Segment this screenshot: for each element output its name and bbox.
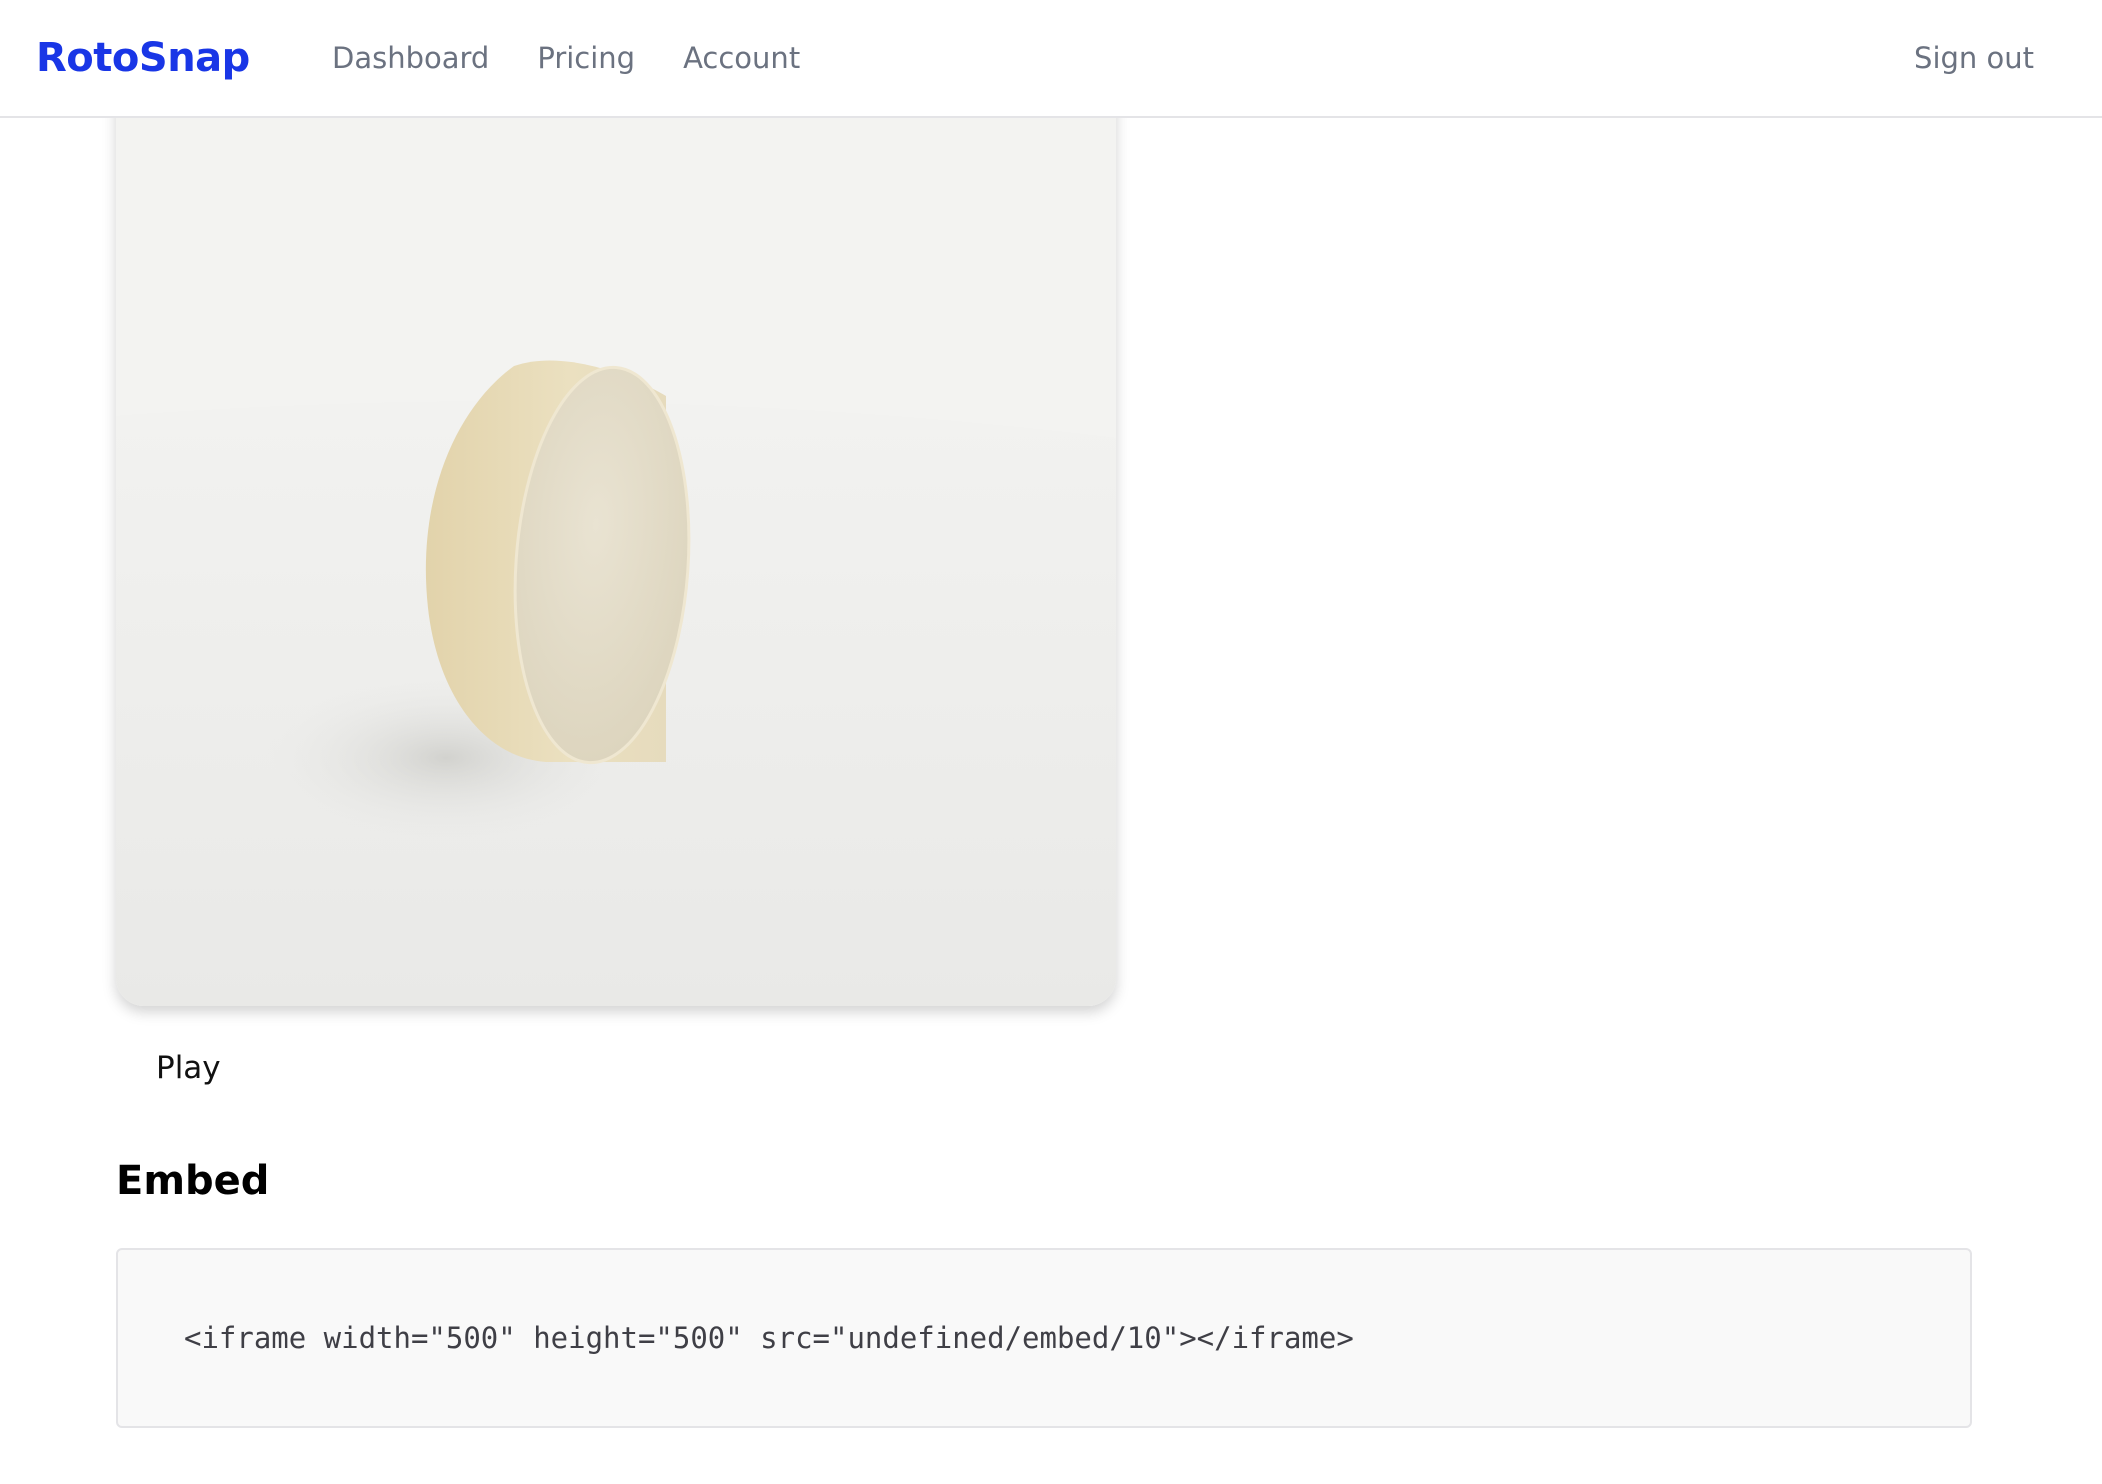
main-content: Play Embed <iframe width="500" height="5… — [0, 78, 2102, 1484]
play-button[interactable]: Play — [156, 1050, 221, 1086]
nav-link-account[interactable]: Account — [683, 41, 800, 75]
nav-link-dashboard[interactable]: Dashboard — [332, 41, 489, 75]
main-nav: Dashboard Pricing Account — [332, 41, 800, 75]
sign-out-link[interactable]: Sign out — [1914, 41, 2034, 75]
product-image — [116, 78, 1116, 1006]
top-navbar: RotoSnap Dashboard Pricing Account Sign … — [0, 0, 2102, 118]
embed-heading: Embed — [116, 1158, 270, 1204]
embed-code-text: <iframe width="500" height="500" src="un… — [184, 1321, 1354, 1355]
embed-code-box[interactable]: <iframe width="500" height="500" src="un… — [116, 1248, 1972, 1428]
product-preview[interactable] — [116, 78, 1116, 1006]
nav-link-pricing[interactable]: Pricing — [537, 41, 635, 75]
brand-logo[interactable]: RotoSnap — [36, 35, 250, 81]
